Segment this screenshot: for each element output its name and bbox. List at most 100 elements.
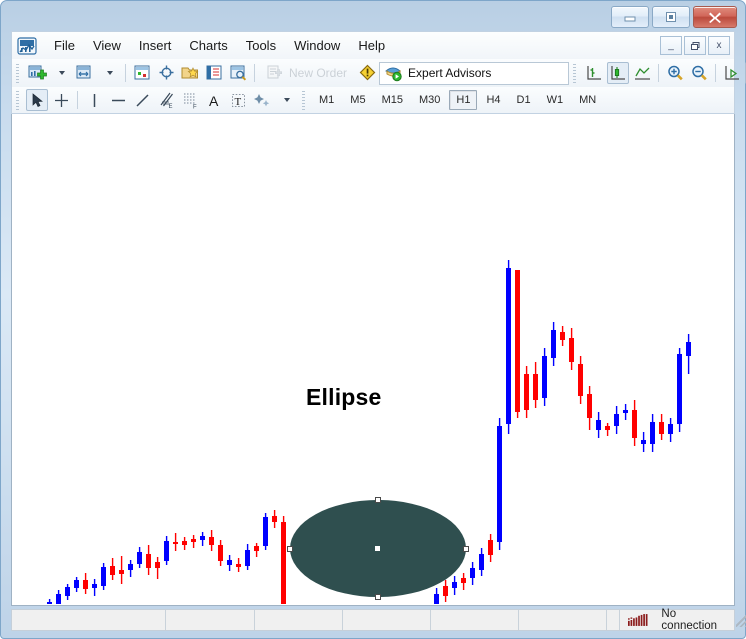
toolbar-grip[interactable]	[15, 90, 22, 110]
ellipse-handle-left[interactable]	[287, 545, 293, 552]
new-order-label: New Order	[289, 66, 348, 80]
new-chart-button[interactable]	[26, 62, 48, 84]
trendline-button[interactable]	[131, 89, 153, 111]
chart-window[interactable]: Ellipse	[11, 114, 735, 606]
bar-chart-button[interactable]	[583, 62, 605, 84]
new-chart-dropdown[interactable]	[50, 62, 72, 84]
market-watch-icon	[134, 65, 149, 80]
status-cell-3	[343, 610, 431, 630]
menu-item-tools[interactable]: Tools	[237, 35, 285, 56]
maximize-button[interactable]	[652, 6, 690, 28]
expert-advisors-icon	[385, 67, 402, 82]
navigator-icon	[181, 67, 198, 79]
menu-item-file[interactable]: File	[45, 35, 84, 56]
timeframe-h4[interactable]: H4	[479, 90, 507, 110]
data-window-icon	[206, 65, 221, 80]
horizontal-line-icon	[111, 99, 125, 101]
ellipse-object[interactable]	[287, 497, 469, 600]
text-icon: A	[209, 93, 219, 109]
data-window-button[interactable]	[203, 62, 225, 84]
status-cell-0	[12, 610, 166, 630]
mdi-window-controls: _ x	[660, 36, 730, 55]
profiles-dropdown[interactable]	[98, 62, 120, 84]
navigator-button[interactable]	[179, 62, 201, 84]
terminal-button[interactable]	[227, 62, 249, 84]
menu-item-insert[interactable]: Insert	[130, 35, 181, 56]
menu-item-charts[interactable]: Charts	[180, 35, 236, 56]
text-button[interactable]: A	[203, 89, 225, 111]
connection-status[interactable]: No connection	[619, 608, 746, 632]
connection-status-label: No connection	[661, 608, 718, 632]
ellipse-handle-bottom[interactable]	[375, 594, 381, 600]
chevron-down-icon	[59, 71, 65, 75]
profiles-button[interactable]	[74, 62, 96, 84]
new-chart-icon	[28, 65, 47, 80]
trendline-icon	[135, 93, 149, 107]
application-window: File View Insert Charts Tools Window Hel…	[0, 0, 746, 639]
svg-text:E: E	[168, 104, 172, 109]
alerts-button[interactable]	[356, 62, 378, 84]
draw-objects-button[interactable]	[251, 89, 273, 111]
ellipse-handle-center[interactable]	[375, 545, 380, 551]
resize-grip[interactable]	[735, 613, 746, 627]
minimize-button[interactable]	[611, 6, 649, 28]
toolbar-separator	[254, 64, 255, 82]
menu-bar: File View Insert Charts Tools Window Hel…	[11, 31, 735, 59]
timeframe-mn[interactable]: MN	[572, 90, 603, 110]
toolbar-grip[interactable]	[301, 90, 308, 110]
candlestick-chart-button[interactable]	[607, 62, 630, 84]
crosshair-icon	[159, 65, 173, 80]
chart-canvas[interactable]: Ellipse	[13, 118, 734, 604]
mdi-restore-button[interactable]	[684, 36, 706, 55]
chevron-down-icon	[284, 98, 290, 102]
ellipse-handle-right[interactable]	[463, 545, 469, 552]
title-bar	[1, 1, 745, 31]
auto-scroll-button[interactable]	[721, 62, 743, 84]
toolbar-grip[interactable]	[15, 63, 22, 83]
zoom-in-icon	[667, 65, 683, 81]
signal-bars-icon	[628, 614, 648, 626]
timeframe-m5[interactable]: M5	[343, 90, 372, 110]
menu-item-view[interactable]: View	[84, 35, 130, 56]
timeframe-d1[interactable]: D1	[510, 90, 538, 110]
vertical-line-button[interactable]	[83, 89, 105, 111]
timeframe-m1[interactable]: M1	[312, 90, 341, 110]
close-button[interactable]	[693, 6, 737, 28]
equidistant-channel-button[interactable]: E	[155, 89, 177, 111]
horizontal-line-button[interactable]	[107, 89, 129, 111]
crosshair-tool-button[interactable]	[50, 89, 72, 111]
status-cell-4	[431, 610, 519, 630]
cursor-tool-button[interactable]	[26, 89, 48, 111]
svg-text:T: T	[234, 96, 241, 108]
timeframe-m30[interactable]: M30	[412, 90, 447, 110]
chevron-down-icon	[107, 71, 113, 75]
expert-advisors-button[interactable]: Expert Advisors	[379, 61, 570, 85]
status-cell-1	[166, 610, 255, 630]
mdi-close-button[interactable]: x	[708, 36, 730, 55]
profiles-icon	[76, 65, 90, 79]
mdi-minimize-button[interactable]: _	[660, 36, 682, 55]
text-label-button[interactable]: T	[227, 89, 249, 111]
new-order-button[interactable]: New Order	[260, 62, 354, 84]
menu-item-help[interactable]: Help	[349, 35, 394, 56]
timeframe-m15[interactable]: M15	[375, 90, 410, 110]
market-watch-button[interactable]	[131, 62, 153, 84]
cursor-icon	[32, 92, 43, 107]
crosshair-button[interactable]	[155, 62, 177, 84]
bar-chart-icon	[586, 66, 601, 80]
toolbar-grip[interactable]	[572, 63, 580, 83]
expert-advisors-label: Expert Advisors	[408, 66, 492, 80]
terminal-icon	[230, 65, 246, 81]
draw-objects-dropdown[interactable]	[275, 89, 297, 111]
ellipse-handle-top[interactable]	[375, 497, 381, 503]
timeframe-h1[interactable]: H1	[449, 90, 478, 110]
timeframe-w1[interactable]: W1	[540, 90, 571, 110]
line-chart-icon	[634, 67, 650, 80]
zoom-out-button[interactable]	[688, 62, 710, 84]
status-cell-6	[607, 610, 619, 630]
zoom-in-button[interactable]	[664, 62, 686, 84]
menu-item-window[interactable]: Window	[285, 35, 349, 56]
line-chart-button[interactable]	[631, 62, 653, 84]
alert-icon	[359, 64, 375, 81]
fibonacci-retracement-button[interactable]: F	[179, 89, 201, 111]
